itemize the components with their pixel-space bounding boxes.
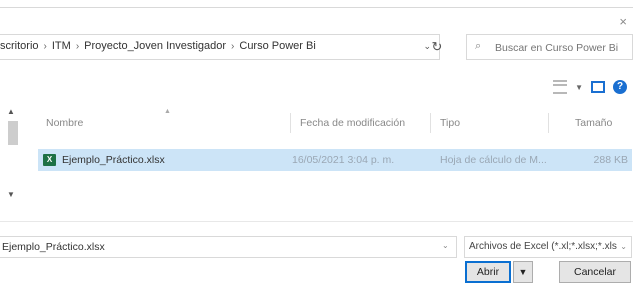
file-name: Ejemplo_Práctico.xlsx [62,154,165,166]
file-row[interactable]: X Ejemplo_Práctico.xlsx 16/05/2021 3:04 … [38,149,632,171]
file-type: Hoja de cálculo de M... [440,154,547,166]
file-date: 16/05/2021 3:04 p. m. [292,154,395,166]
column-divider[interactable] [290,113,291,133]
breadcrumb: scritorio › ITM › Proyecto_Joven Investigado… [0,40,316,52]
open-options-button[interactable]: ▼ [513,261,533,283]
address-bar[interactable]: scritorio › ITM › Proyecto_Joven Investigado… [0,34,440,60]
title-bar-divider [0,7,633,8]
column-divider[interactable] [430,113,431,133]
file-type-filter[interactable]: Archivos de Excel (*.xl;*.xlsx;*.xls ⌄ [464,236,632,258]
breadcrumb-item-curso[interactable]: Curso Power Bi [239,40,315,52]
view-toolbar: ▼ ? [553,78,627,96]
scroll-down-icon[interactable]: ▼ [7,190,15,199]
column-header-size[interactable]: Tamaño [575,110,612,136]
breadcrumb-item-desktop[interactable]: scritorio [0,40,39,52]
column-header-name[interactable]: Nombre [46,110,83,136]
file-size: 288 KB [593,154,628,166]
scroll-up-icon[interactable]: ▲ [7,107,15,116]
search-input[interactable] [493,38,633,58]
open-button[interactable]: Abrir [465,261,511,283]
scrollbar-thumb[interactable] [8,121,18,145]
help-icon[interactable]: ? [613,80,627,94]
sort-ascending-icon: ▲ [164,108,171,115]
column-divider[interactable] [548,113,549,133]
chevron-down-icon[interactable]: ⌄ [442,241,449,250]
file-type-filter-label: Archivos de Excel (*.xl;*.xlsx;*.xls [469,241,617,252]
open-button-group: Abrir ▼ [465,261,534,283]
preview-pane-icon[interactable] [591,81,605,93]
breadcrumb-separator-icon: › [231,41,235,52]
chevron-down-icon: ⌄ [620,242,627,251]
breadcrumb-separator-icon: › [43,41,47,52]
excel-icon: X [43,154,56,166]
column-header-type[interactable]: Tipo [440,110,460,136]
breadcrumb-separator-icon: › [75,41,80,52]
cancel-button[interactable]: Cancelar [559,261,631,283]
view-options-icon[interactable] [553,80,568,94]
breadcrumb-item-itm[interactable]: ITM [52,40,71,52]
search-icon: ⌕ [475,40,482,52]
footer-divider [0,221,633,222]
refresh-icon[interactable]: ↻ [424,37,450,57]
column-header-date[interactable]: Fecha de modificación [300,110,405,136]
chevron-down-icon[interactable]: ▼ [575,83,583,92]
breadcrumb-item-proyecto[interactable]: Proyecto_Joven Investigador [84,40,226,52]
search-box[interactable]: ⌕ [466,34,633,60]
close-icon[interactable]: × [619,14,627,29]
vertical-scrollbar[interactable]: ▲ ▼ [0,104,22,204]
filename-input[interactable] [0,236,457,258]
